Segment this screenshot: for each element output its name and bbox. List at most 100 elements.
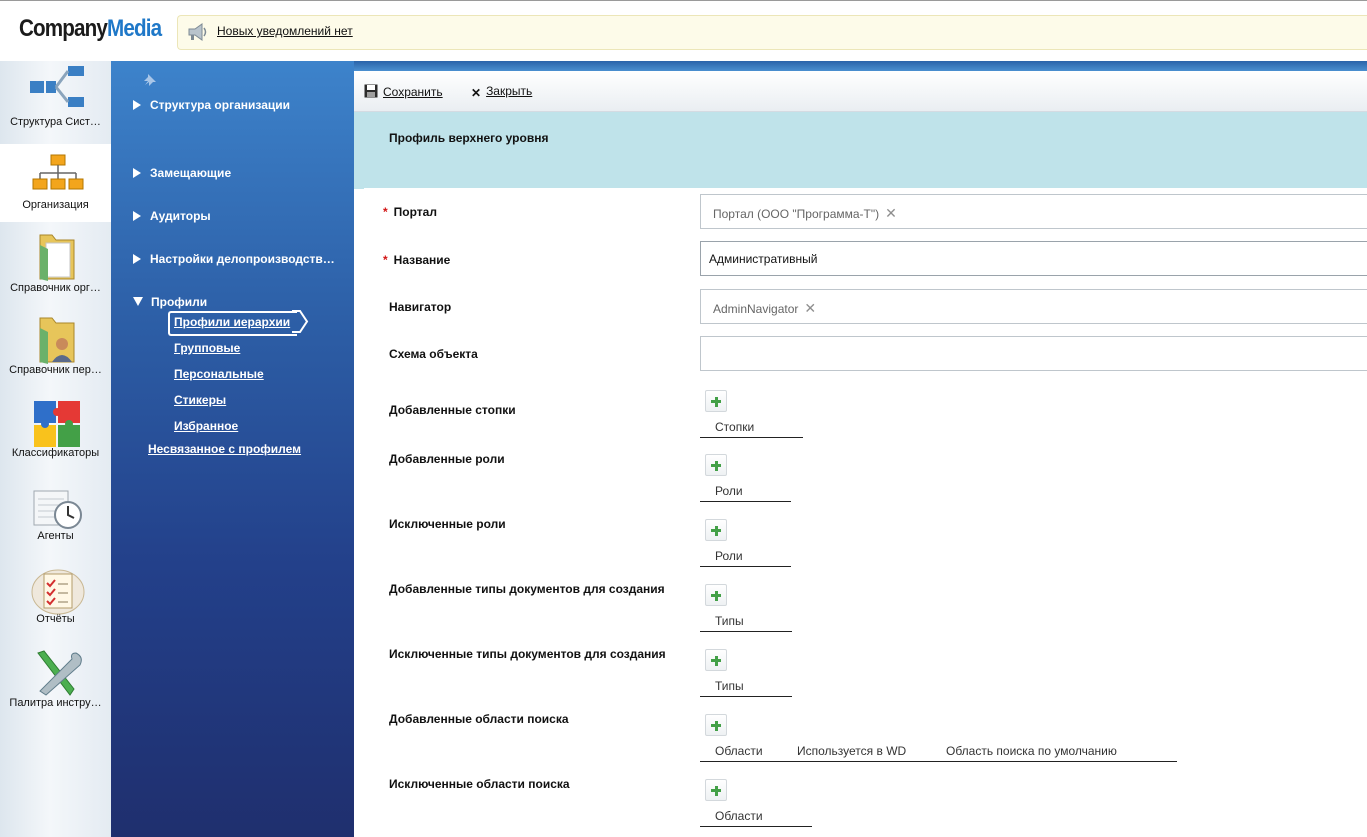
- navigation-panel: Структура организации Замещающие Аудитор…: [111, 61, 354, 837]
- name-field[interactable]: Административный: [700, 241, 1367, 276]
- app-label: Структура Сист…: [10, 116, 101, 128]
- top-header: CompanyMedia Новых уведомлений нет: [0, 0, 1367, 62]
- app-label: Справочник пер…: [9, 364, 102, 376]
- active-subitem-pointer: [292, 310, 309, 333]
- app-label: Палитра инстру…: [9, 697, 102, 709]
- app-label: Организация: [22, 199, 89, 211]
- company-media-logo[interactable]: CompanyMedia: [19, 15, 162, 43]
- app-organization[interactable]: Организация: [0, 144, 111, 222]
- column-header: Область поиска по умолчанию: [946, 744, 1117, 758]
- column-header: Стопки: [715, 420, 755, 434]
- title-band: Профиль верхнего уровня: [354, 112, 1367, 189]
- app-org-directory[interactable]: Справочник орг…: [0, 228, 111, 300]
- nav-item-auditors[interactable]: Аудиторы: [133, 209, 211, 223]
- column-header: Роли: [715, 484, 743, 498]
- add-search-area-button[interactable]: [705, 714, 727, 736]
- subnav-stickers[interactable]: Стикеры: [174, 393, 226, 407]
- toolbar: Сохранить ✕ Закрыть: [354, 71, 1367, 112]
- megaphone-icon: [188, 23, 207, 41]
- add-doc-type-button[interactable]: [705, 584, 727, 606]
- navigator-field[interactable]: AdminNavigator ✕: [700, 289, 1367, 324]
- excluded-doc-types-label: Исключенные типы документов для создания: [389, 647, 666, 661]
- added-search-areas-table-header: Области Используется в WD Область поиска…: [700, 739, 1177, 762]
- excluded-search-areas-table-header: Области: [700, 804, 812, 827]
- collapse-arrow-icon: [133, 297, 143, 306]
- clear-icon[interactable]: ✕: [885, 205, 897, 221]
- column-header: Типы: [715, 614, 744, 628]
- profile-form: * Портал Портал (ООО "Программа-Т") ✕ * Наз…: [364, 188, 1367, 837]
- subnav-hierarchy-profiles[interactable]: Профили иерархии: [174, 315, 290, 329]
- expand-arrow-icon: [133, 168, 141, 178]
- app-label: Отчёты: [36, 613, 75, 625]
- subnav-favorites[interactable]: Избранное: [174, 419, 238, 433]
- name-label: * Название: [383, 253, 451, 267]
- pin-icon[interactable]: [143, 73, 157, 87]
- nav-item-office-settings[interactable]: Настройки делопроизводств…: [133, 252, 335, 266]
- required-mark: *: [383, 253, 388, 267]
- add-excluded-doc-type-button[interactable]: [705, 649, 727, 671]
- close-button[interactable]: ✕ Закрыть: [471, 84, 532, 100]
- add-excluded-role-button[interactable]: [705, 519, 727, 541]
- save-button[interactable]: Сохранить: [364, 84, 443, 99]
- system-structure-icon: [30, 66, 84, 107]
- page-title: Профиль верхнего уровня: [389, 131, 549, 145]
- subnav-personal[interactable]: Персональные: [174, 367, 264, 381]
- add-role-button[interactable]: [705, 454, 727, 476]
- close-icon: ✕: [471, 86, 482, 100]
- schema-label: Схема объекта: [389, 347, 478, 361]
- portal-label: * Портал: [383, 205, 437, 219]
- expand-arrow-icon: [133, 211, 141, 221]
- app-classifiers[interactable]: Классификаторы: [0, 397, 111, 469]
- subnav-unlinked[interactable]: Несвязанное с профилем: [148, 442, 301, 456]
- notification-link[interactable]: Новых уведомлений нет: [217, 24, 353, 38]
- app-tools-palette[interactable]: Палитра инстру…: [0, 647, 111, 719]
- column-header: Роли: [715, 549, 743, 563]
- added-search-areas-label: Добавленные области поиска: [389, 712, 569, 726]
- excluded-roles-table-header: Роли: [700, 544, 791, 567]
- added-doc-types-table-header: Типы: [700, 609, 792, 632]
- org-directory-folder-icon: [39, 234, 75, 281]
- added-roles-label: Добавленные роли: [389, 452, 505, 466]
- app-label: Справочник орг…: [10, 282, 101, 294]
- clear-icon[interactable]: ✕: [804, 300, 816, 316]
- nav-item-substitutes[interactable]: Замещающие: [133, 166, 231, 180]
- app-launcher-column: Структура Сист… Организация Справочник о…: [0, 61, 124, 837]
- excluded-roles-label: Исключенные роли: [389, 517, 506, 531]
- floppy-disk-icon: [364, 84, 378, 98]
- column-header: Типы: [715, 679, 744, 693]
- add-stack-button[interactable]: [705, 390, 727, 412]
- added-doc-types-label: Добавленные типы документов для создания: [389, 582, 665, 596]
- excluded-search-areas-label: Исключенные области поиска: [389, 777, 570, 791]
- schema-field[interactable]: [700, 336, 1367, 371]
- app-label: Агенты: [37, 530, 74, 542]
- add-excluded-search-area-button[interactable]: [705, 779, 727, 801]
- app-agents[interactable]: Агенты: [0, 483, 111, 555]
- puzzle-icon: [34, 401, 80, 447]
- report-checklist-icon: [31, 569, 85, 615]
- portal-field[interactable]: Портал (ООО "Программа-Т") ✕: [700, 194, 1367, 229]
- added-stacks-label: Добавленные стопки: [389, 403, 516, 417]
- subnav-group[interactable]: Групповые: [174, 341, 240, 355]
- app-system-structure[interactable]: Структура Сист…: [0, 61, 111, 133]
- excluded-doc-types-table-header: Типы: [700, 674, 792, 697]
- expand-arrow-icon: [133, 254, 141, 264]
- nav-item-org-structure[interactable]: Структура организации: [133, 98, 290, 112]
- app-people-directory[interactable]: Справочник пер…: [0, 311, 111, 383]
- added-roles-table-header: Роли: [700, 479, 791, 502]
- organization-icon: [32, 154, 84, 190]
- column-header: Используется в WD: [797, 744, 907, 758]
- required-mark: *: [383, 205, 388, 219]
- stacks-table-header: Стопки: [700, 415, 803, 438]
- tools-icon: [37, 650, 82, 696]
- column-header: Области: [715, 809, 763, 823]
- nav-item-profiles[interactable]: Профили: [133, 295, 207, 309]
- clock-calendar-icon: [33, 490, 82, 529]
- expand-arrow-icon: [133, 100, 141, 110]
- column-header: Области: [715, 744, 763, 758]
- main-content: Сохранить ✕ Закрыть Профиль верхнего уров…: [354, 71, 1367, 837]
- notification-bar: Новых уведомлений нет: [177, 15, 1367, 50]
- navigator-label: Навигатор: [389, 300, 452, 314]
- app-label: Классификаторы: [11, 447, 100, 459]
- app-reports[interactable]: Отчёты: [0, 566, 111, 638]
- people-directory-folder-icon: [39, 317, 75, 364]
